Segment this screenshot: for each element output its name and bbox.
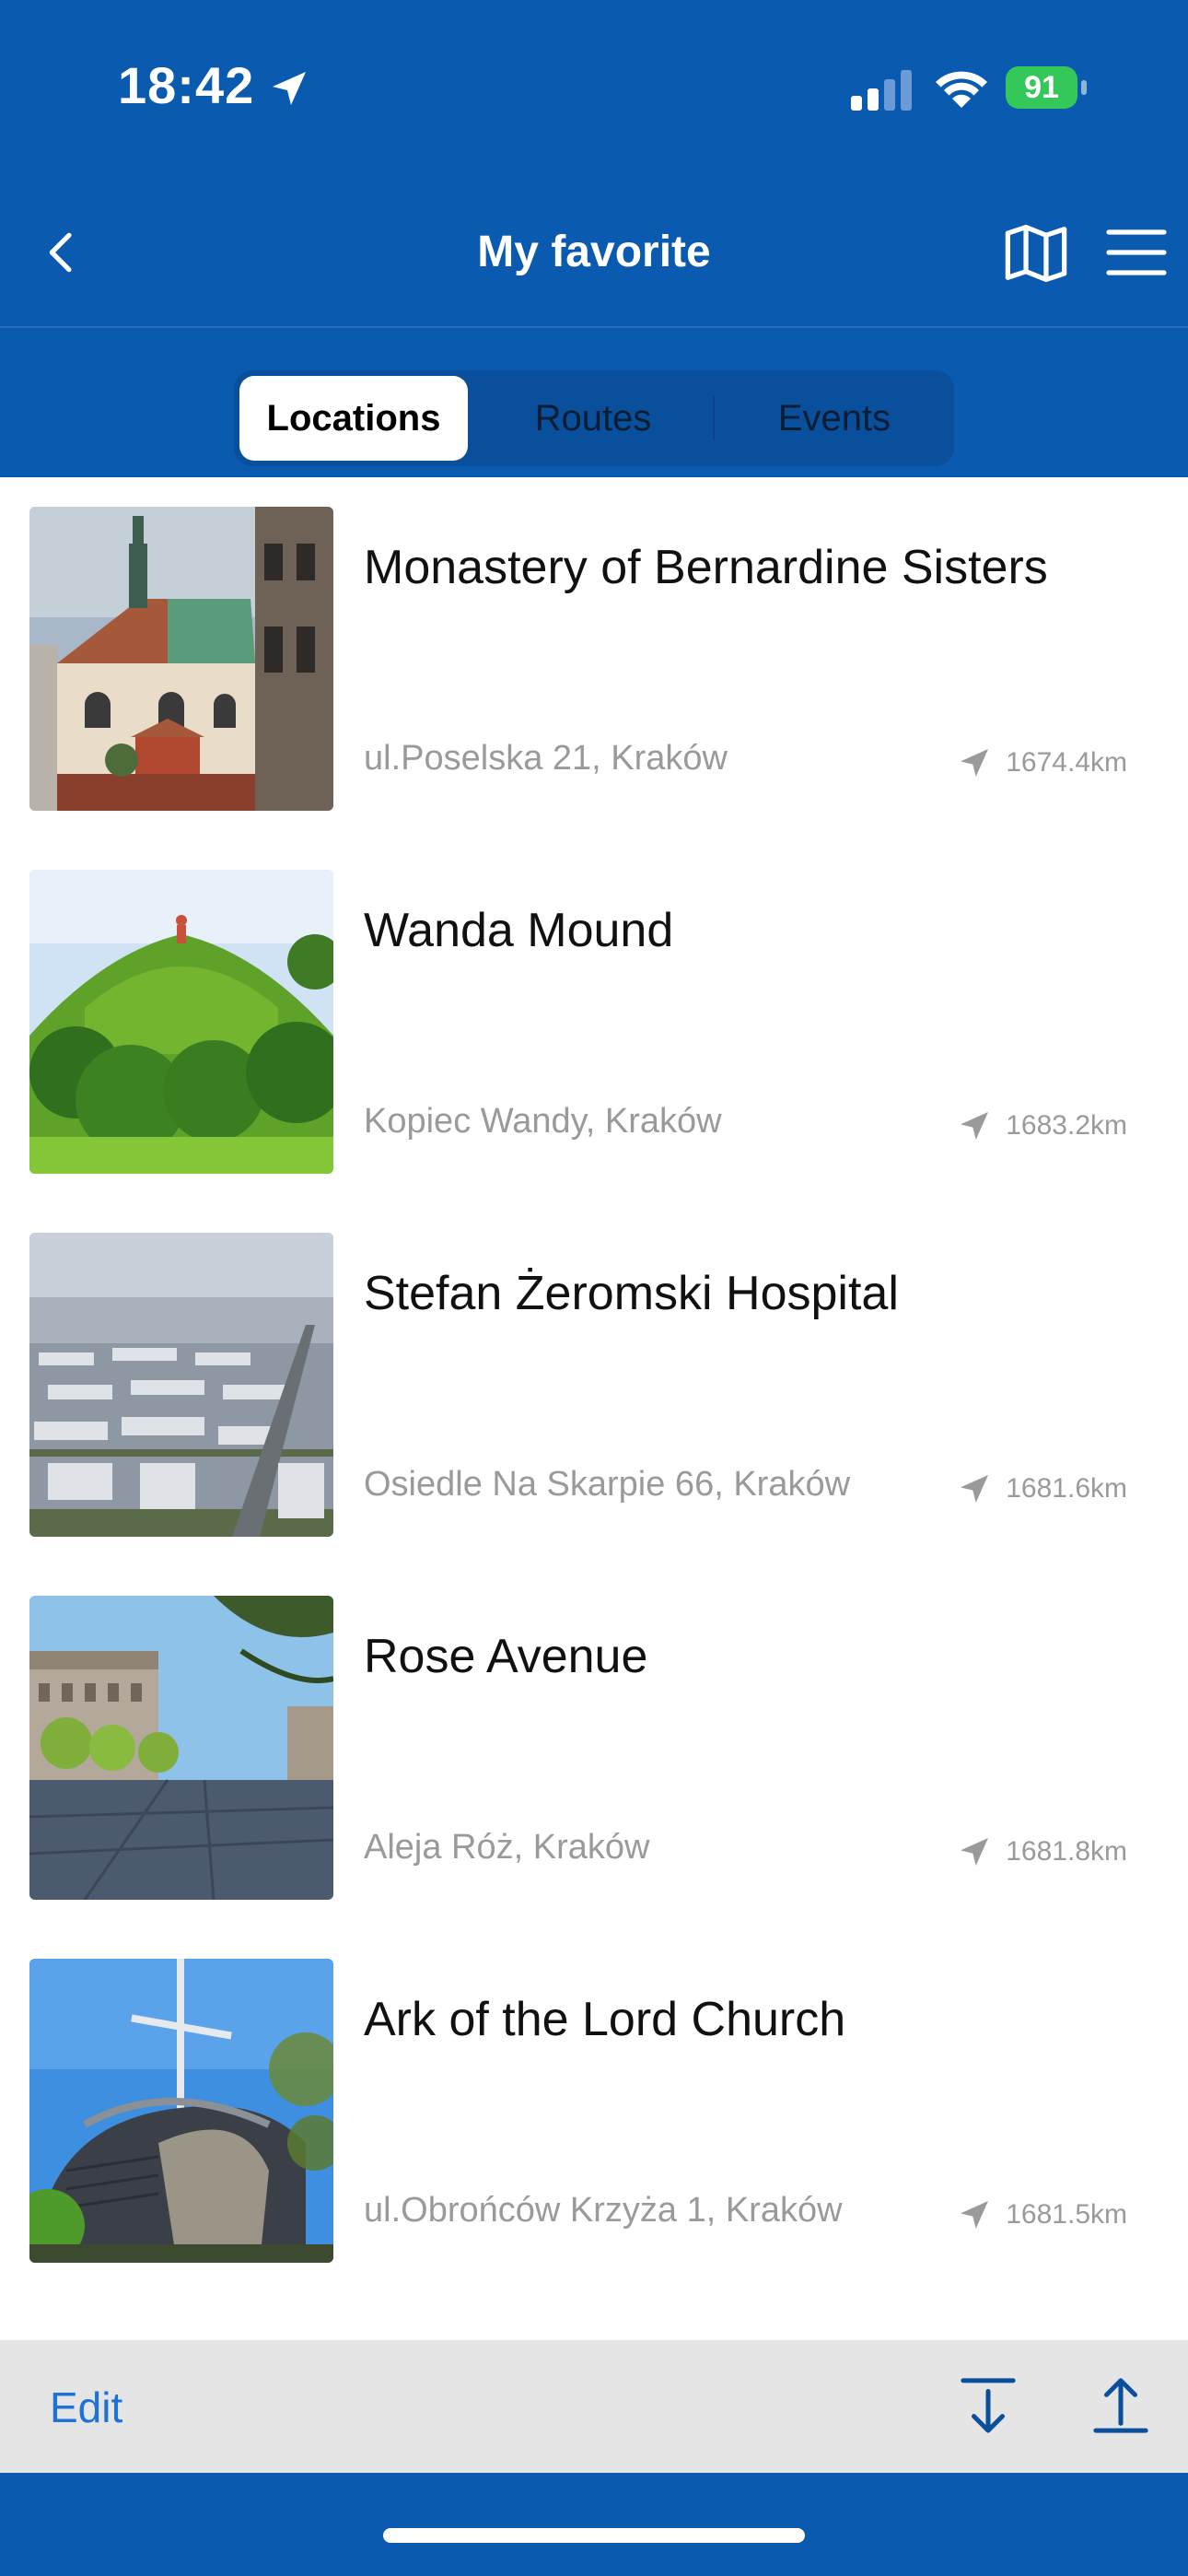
map-icon[interactable] — [1004, 223, 1068, 284]
download-icon[interactable] — [960, 2375, 1017, 2436]
battery-indicator: 91 — [1006, 66, 1087, 109]
list-item[interactable]: Wanda Mound Kopiec Wandy, Kraków 1683.2k… — [0, 840, 1188, 1174]
segment-divider — [713, 396, 715, 440]
item-title: Monastery of Bernardine Sisters — [364, 541, 1048, 594]
battery-level: 91 — [1006, 66, 1077, 109]
navigation-arrow-icon — [961, 1475, 989, 1503]
tab-routes[interactable]: Routes — [479, 376, 707, 461]
distance-value: 1674.4km — [1006, 747, 1127, 778]
edit-button[interactable]: Edit — [50, 2383, 122, 2432]
segment-bar: Locations Routes Events — [0, 328, 1188, 477]
item-address: Aleja Róż, Kraków — [364, 1828, 650, 1867]
tab-locations[interactable]: Locations — [239, 376, 468, 461]
navigation-arrow-icon — [961, 1838, 989, 1866]
tab-events[interactable]: Events — [720, 376, 949, 461]
upload-icon[interactable] — [1092, 2375, 1149, 2436]
home-bar-area — [0, 2473, 1188, 2576]
location-thumbnail — [29, 1233, 333, 1537]
navigation-arrow-icon — [961, 749, 989, 777]
status-time: 18:42 — [118, 56, 255, 114]
item-distance: 1681.5km — [956, 2196, 1127, 2233]
item-address: ul.Poselska 21, Kraków — [364, 739, 728, 778]
location-thumbnail — [29, 870, 333, 1174]
item-title: Wanda Mound — [364, 904, 674, 957]
location-thumbnail — [29, 507, 333, 811]
hamburger-menu-icon[interactable] — [1105, 227, 1168, 278]
location-arrow-icon — [273, 72, 306, 105]
distance-value: 1681.6km — [1006, 1473, 1127, 1504]
list-item[interactable]: Monastery of Bernardine Sisters ul.Posel… — [0, 477, 1188, 811]
distance-value: 1681.5km — [1006, 2199, 1127, 2230]
location-thumbnail — [29, 1596, 333, 1900]
distance-value: 1683.2km — [1006, 1110, 1127, 1141]
distance-value: 1681.8km — [1006, 1836, 1127, 1867]
list-item[interactable]: Rose Avenue Aleja Róż, Kraków 1681.8km — [0, 1566, 1188, 1900]
item-address: ul.Obrońców Krzyża 1, Kraków — [364, 2191, 843, 2230]
bottom-toolbar: Edit — [0, 2340, 1188, 2473]
status-bar: 18:42 91 — [0, 0, 1188, 175]
item-distance: 1674.4km — [956, 744, 1127, 781]
navigation-arrow-icon — [961, 1112, 989, 1140]
home-indicator[interactable] — [383, 2528, 805, 2543]
item-distance: 1683.2km — [956, 1107, 1127, 1144]
segmented-control: Locations Routes Events — [234, 370, 954, 466]
wifi-icon — [936, 71, 987, 108]
battery-tip — [1081, 80, 1087, 95]
item-title: Stefan Żeromski Hospital — [364, 1267, 899, 1320]
item-address: Osiedle Na Skarpie 66, Kraków — [364, 1465, 851, 1504]
location-thumbnail — [29, 1959, 333, 2263]
item-address: Kopiec Wandy, Kraków — [364, 1102, 722, 1141]
navigation-bar: My favorite — [0, 175, 1188, 328]
navigation-arrow-icon — [961, 2201, 989, 2229]
list-item[interactable]: Stefan Żeromski Hospital Osiedle Na Skar… — [0, 1203, 1188, 1537]
cellular-signal-icon — [851, 70, 912, 111]
list-item[interactable]: Ark of the Lord Church ul.Obrońców Krzyż… — [0, 1929, 1188, 2263]
item-distance: 1681.8km — [956, 1833, 1127, 1870]
item-distance: 1681.6km — [956, 1470, 1127, 1507]
item-title: Ark of the Lord Church — [364, 1993, 846, 2046]
item-title: Rose Avenue — [364, 1630, 648, 1683]
